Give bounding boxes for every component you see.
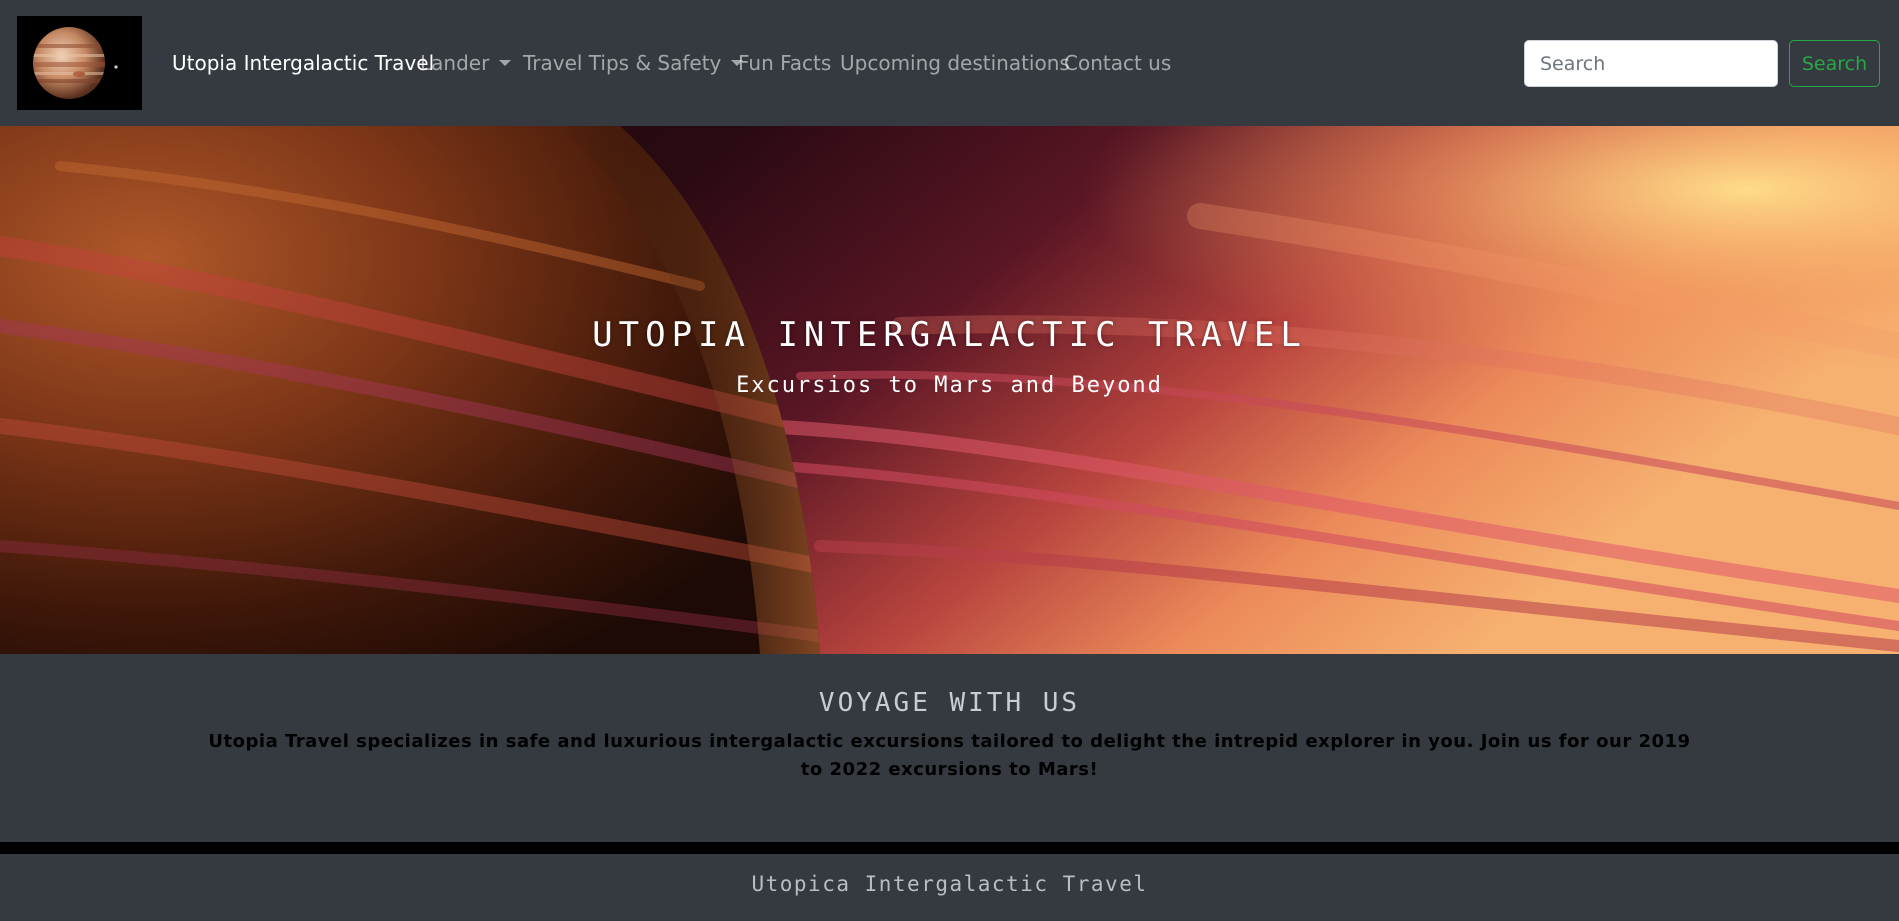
planet-jupiter-icon[interactable] [17, 16, 142, 110]
footer-text: Utopica Intergalactic Travel [751, 872, 1148, 896]
nav-item-upcoming-destinations[interactable]: Upcoming destinations [840, 48, 1070, 78]
nav-item-fun-facts[interactable]: Fun Facts [738, 48, 831, 78]
hero-banner: UTOPIA INTERGALACTIC TRAVEL Excursios to… [0, 126, 1899, 654]
section-description: Utopia Travel specializes in safe and lu… [208, 731, 1691, 780]
nav-item-lander[interactable]: Lander [420, 48, 512, 78]
nav-item-travel-tips[interactable]: Travel Tips & Safety [523, 48, 744, 78]
search-button[interactable]: Search [1789, 40, 1880, 87]
navbar: Utopia Intergalactic Travel Lander Trave… [0, 0, 1899, 126]
search-input[interactable] [1524, 40, 1778, 87]
hero-title: UTOPIA INTERGALACTIC TRAVEL [592, 315, 1307, 355]
brand-link[interactable]: Utopia Intergalactic Travel [172, 48, 434, 78]
nav-item-label: Lander [420, 51, 490, 75]
about-section: VOYAGE WITH US Utopia Travel specializes… [0, 654, 1899, 842]
footer: Utopica Intergalactic Travel [0, 854, 1899, 921]
nav-item-contact[interactable]: Contact us [1064, 48, 1171, 78]
hero-subtitle: Excursios to Mars and Beyond [736, 373, 1163, 398]
section-heading: VOYAGE WITH US [818, 688, 1081, 718]
nav-item-label: Travel Tips & Safety [523, 51, 722, 75]
divider [0, 842, 1899, 854]
chevron-down-icon [499, 60, 512, 66]
